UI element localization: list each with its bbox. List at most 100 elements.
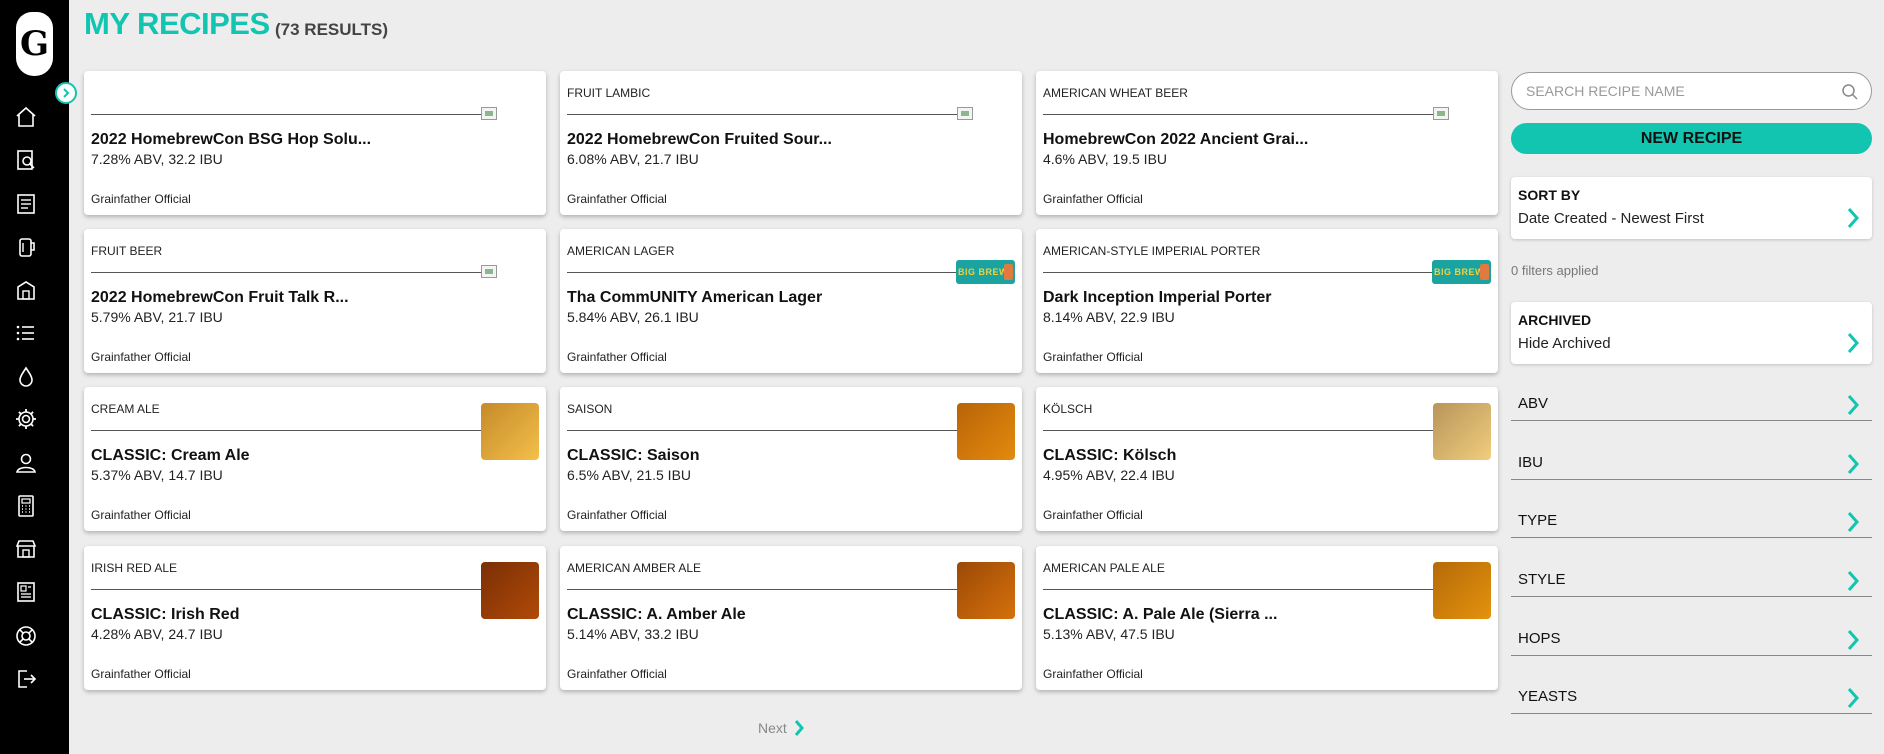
divider (1043, 430, 1446, 431)
recipe-name: CLASSIC: Irish Red (91, 606, 240, 623)
recipe-card[interactable]: AMERICAN WHEAT BEER HomebrewCon 2022 Anci… (1036, 71, 1498, 215)
divider (567, 272, 970, 273)
recipe-stats: 5.13% ABV, 47.5 IBU (1043, 626, 1175, 642)
news-icon[interactable] (13, 579, 39, 605)
can-icon (1004, 264, 1013, 280)
recipe-card[interactable]: 2022 HomebrewCon BSG Hop Solu... 7.28% AB… (84, 71, 546, 215)
recipe-style: AMERICAN-STYLE IMPERIAL PORTER (1043, 244, 1261, 258)
recipe-name: CLASSIC: A. Amber Ale (567, 606, 746, 623)
recipe-author: Grainfather Official (1043, 508, 1143, 522)
sort-by-label: SORT BY (1518, 187, 1581, 203)
recipe-style: KÖLSCH (1043, 402, 1093, 416)
recipe-name: CLASSIC: Kölsch (1043, 447, 1177, 464)
archived-selector[interactable]: ARCHIVED Hide Archived (1511, 302, 1872, 364)
divider (91, 430, 494, 431)
chevron-right-icon (1847, 395, 1860, 415)
help-lifebuoy-icon[interactable] (13, 623, 39, 649)
chevron-right-icon (794, 720, 804, 736)
recipe-style: AMERICAN LAGER (567, 244, 675, 258)
divider (567, 430, 970, 431)
chevron-right-icon (1847, 688, 1860, 708)
recipe-author: Grainfather Official (567, 667, 667, 681)
water-drop-icon[interactable] (13, 364, 39, 390)
grainfather-logo[interactable]: G (16, 12, 53, 76)
archived-label: ARCHIVED (1518, 312, 1592, 328)
recipe-author: Grainfather Official (1043, 192, 1143, 206)
recipe-name: HomebrewCon 2022 Ancient Grai... (1043, 131, 1309, 148)
badge-text: BIG BREW (958, 267, 1008, 277)
logout-icon[interactable] (13, 666, 39, 692)
recipe-card[interactable]: CREAM ALE CLASSIC: Cream Ale 5.37% ABV, 14… (84, 387, 546, 531)
logo-letter: G (19, 24, 50, 64)
filter-yeasts[interactable]: YEASTS (1511, 679, 1872, 714)
filter-hops[interactable]: HOPS (1511, 621, 1872, 656)
recipe-author: Grainfather Official (91, 350, 191, 364)
filter-label: ABV (1518, 395, 1549, 412)
next-page-button[interactable]: Next (758, 719, 805, 737)
recipe-name: 2022 HomebrewCon Fruit Talk R... (91, 289, 349, 306)
recipe-author: Grainfather Official (567, 350, 667, 364)
gear-icon[interactable] (13, 406, 39, 432)
recipe-card[interactable]: FRUIT BEER 2022 HomebrewCon Fruit Talk R.… (84, 229, 546, 373)
new-recipe-button[interactable]: NEW RECIPE (1511, 123, 1872, 154)
sort-by-selector[interactable]: SORT BY Date Created - Newest First (1511, 177, 1872, 239)
filter-label: HOPS (1518, 630, 1561, 647)
recipe-card[interactable]: AMERICAN PALE ALE CLASSIC: A. Pale Ale (S… (1036, 546, 1498, 690)
recipe-name: CLASSIC: Cream Ale (91, 447, 250, 464)
search-recipe-field[interactable] (1511, 72, 1872, 110)
big-brew-badge-image: BIG BREW (1432, 260, 1491, 284)
brewery-icon[interactable] (13, 277, 39, 303)
recipe-style: CREAM ALE (91, 402, 160, 416)
recipe-search-icon[interactable] (13, 147, 39, 173)
filter-type[interactable]: TYPE (1511, 503, 1872, 538)
recipe-author: Grainfather Official (1043, 667, 1143, 681)
filter-style[interactable]: STYLE (1511, 562, 1872, 597)
recipe-stats: 6.08% ABV, 21.7 IBU (567, 151, 699, 167)
divider (1043, 272, 1446, 273)
list-icon[interactable] (13, 320, 39, 346)
search-input[interactable] (1526, 81, 1826, 101)
filter-abv[interactable]: ABV (1511, 386, 1872, 421)
divider (567, 589, 970, 590)
search-icon[interactable] (1841, 83, 1859, 101)
recipe-style: AMERICAN AMBER ALE (567, 561, 702, 575)
chevron-right-icon (1847, 571, 1860, 591)
recipe-author: Grainfather Official (567, 508, 667, 522)
beer-color-swatch (1433, 562, 1491, 619)
broken-image-icon (1433, 107, 1449, 120)
sidebar: G (0, 0, 69, 754)
sort-by-value: Date Created - Newest First (1518, 210, 1704, 227)
beer-color-swatch (481, 403, 539, 460)
recipe-author: Grainfather Official (567, 192, 667, 206)
user-icon[interactable] (13, 450, 39, 476)
recipe-card[interactable]: AMERICAN LAGER BIG BREW Tha CommUNITY Amer… (560, 229, 1022, 373)
recipe-stats: 5.84% ABV, 26.1 IBU (567, 309, 699, 325)
recipe-card[interactable]: KÖLSCH CLASSIC: Kölsch 4.95% ABV, 22.4 IBU… (1036, 387, 1498, 531)
recipe-stats: 6.5% ABV, 21.5 IBU (567, 467, 692, 483)
recipe-card[interactable]: AMERICAN AMBER ALE CLASSIC: A. Amber Ale 5… (560, 546, 1022, 690)
filter-ibu[interactable]: IBU (1511, 445, 1872, 480)
recipe-author: Grainfather Official (91, 508, 191, 522)
recipe-stats: 5.37% ABV, 14.7 IBU (91, 467, 223, 483)
fermenter-icon[interactable] (13, 234, 39, 260)
divider (567, 114, 970, 115)
home-icon[interactable] (13, 104, 39, 130)
divider (91, 589, 494, 590)
recipe-card[interactable]: SAISON CLASSIC: Saison 6.5% ABV, 21.5 IBU G… (560, 387, 1022, 531)
notebook-icon[interactable] (13, 191, 39, 217)
filters-applied-text: 0 filters applied (1511, 263, 1599, 278)
recipe-stats: 7.28% ABV, 32.2 IBU (91, 151, 223, 167)
broken-image-icon (481, 265, 497, 278)
beer-color-swatch (957, 403, 1015, 460)
divider (91, 272, 494, 273)
recipe-card[interactable]: AMERICAN-STYLE IMPERIAL PORTER BIG BREW Da… (1036, 229, 1498, 373)
recipe-card[interactable]: IRISH RED ALE CLASSIC: Irish Red 4.28% ABV… (84, 546, 546, 690)
beer-color-swatch (481, 562, 539, 619)
recipe-card[interactable]: FRUIT LAMBIC 2022 HomebrewCon Fruited Sou… (560, 71, 1022, 215)
recipe-stats: 4.95% ABV, 22.4 IBU (1043, 467, 1175, 483)
store-icon[interactable] (13, 536, 39, 562)
calculator-icon[interactable] (13, 493, 39, 519)
expand-sidebar-button[interactable] (55, 82, 77, 104)
recipe-stats: 4.28% ABV, 24.7 IBU (91, 626, 223, 642)
chevron-right-icon (1847, 454, 1860, 474)
